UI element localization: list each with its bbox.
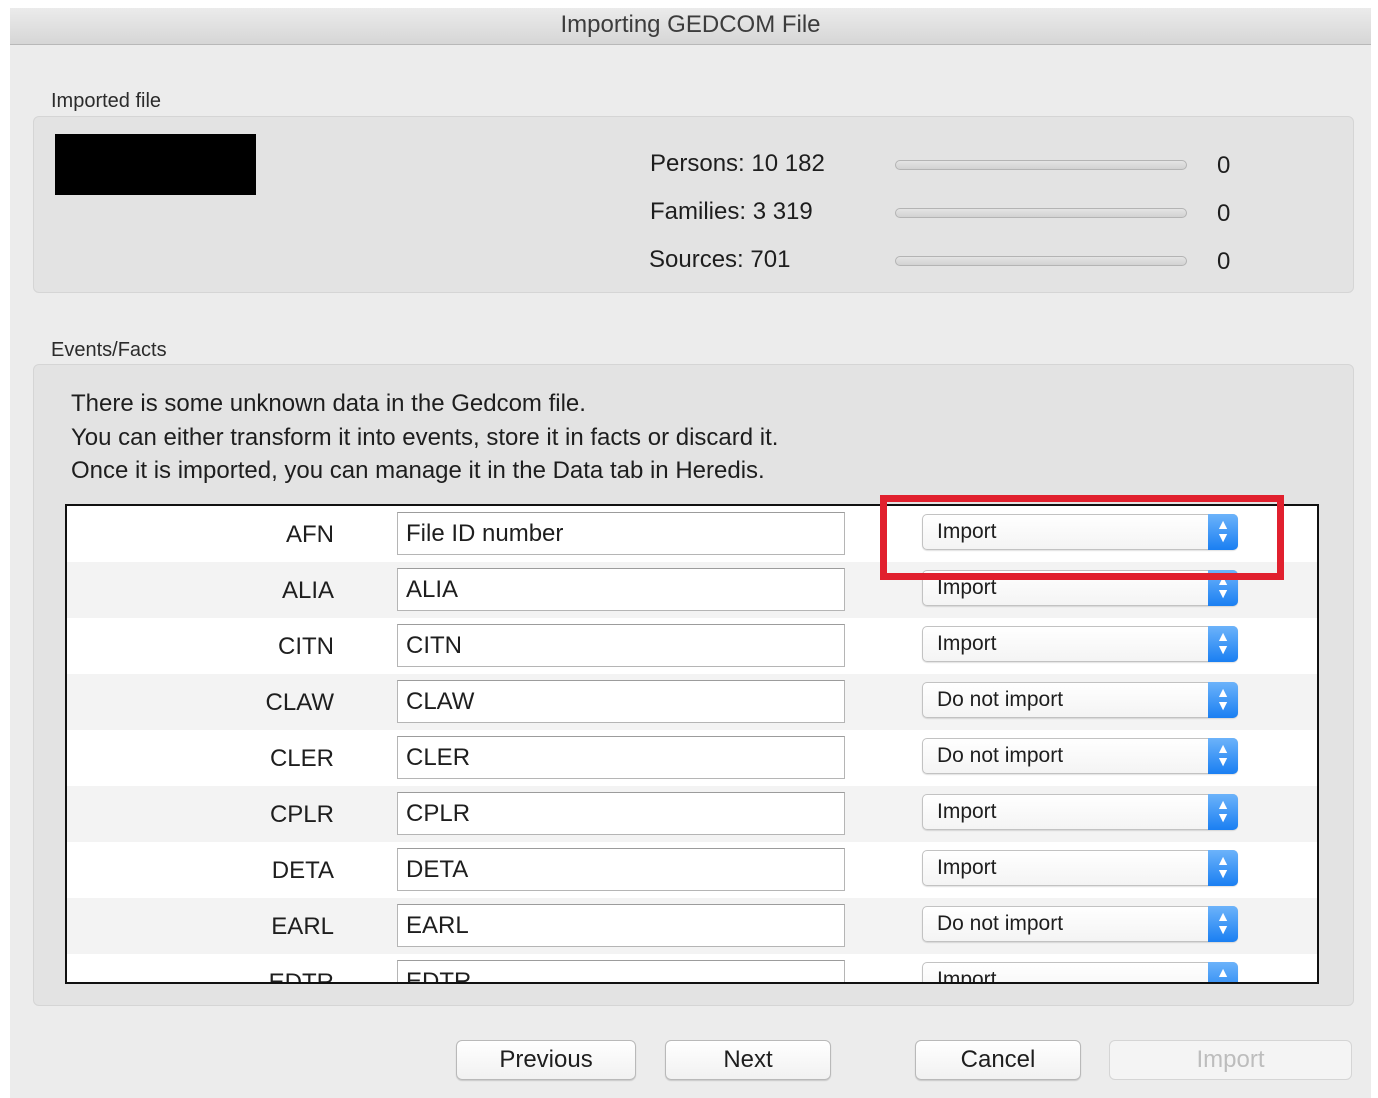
up-down-chevron-icon: ▲▼ — [1208, 738, 1238, 774]
info-line-3: Once it is imported, you can manage it i… — [71, 457, 765, 484]
popup-value: Import — [937, 856, 997, 879]
table-row: CPLR CPLR Import ▲ ▼ — [67, 786, 1317, 842]
families-progress — [895, 208, 1187, 218]
table-row: CITN CITN Import ▲ ▼ — [67, 618, 1317, 674]
persons-stat: Persons: 10 182 — [650, 150, 825, 178]
import-action-popup[interactable]: Do not import ▲ ▼ — [922, 906, 1238, 942]
up-down-chevron-icon: ▲▼ — [1208, 626, 1238, 662]
sources-count: 0 — [1217, 248, 1231, 275]
popup-value: Do not import — [937, 744, 1064, 767]
info-line-2: You can either transform it into events,… — [71, 424, 779, 451]
events-facts-label: Events/Facts — [51, 339, 167, 361]
import-dialog: Importing GEDCOM File Imported file Pers… — [10, 8, 1371, 1098]
event-name-field[interactable]: File ID number — [397, 512, 845, 555]
up-down-chevron-icon: ▲▼ — [1208, 794, 1238, 830]
import-action-popup[interactable]: Import ▲▼ — [922, 794, 1238, 830]
row-tag: EARL — [271, 913, 334, 940]
next-button[interactable]: Next — [665, 1040, 831, 1080]
import-action-popup[interactable]: Import ▲▼ — [922, 962, 1238, 984]
up-down-chevron-icon: ▲▼ — [1208, 906, 1238, 942]
event-name-field[interactable]: EARL — [397, 904, 845, 947]
sources-progress — [895, 256, 1187, 266]
event-name-field[interactable]: CITN — [397, 624, 845, 667]
sources-label: Sources: — [649, 246, 744, 273]
event-name-field[interactable]: CLAW — [397, 680, 845, 723]
table-row: DETA DETA Import ▲ ▼ — [67, 842, 1317, 898]
families-stat: Families: 3 319 — [650, 198, 813, 226]
row-tag: ALIA — [281, 577, 334, 604]
families-label: Families: — [650, 198, 747, 225]
event-name-field[interactable]: DETA — [397, 848, 845, 891]
sources-value: 701 — [750, 246, 791, 273]
import-action-popup[interactable]: Import ▲▼ — [922, 626, 1238, 662]
up-down-chevron-icon: ▲▼ — [1208, 850, 1238, 886]
event-name-field[interactable]: CLER — [397, 736, 845, 779]
imported-file-label: Imported file — [51, 90, 162, 112]
row-tag: CPLR — [269, 801, 334, 828]
persons-value: 10 182 — [751, 150, 825, 177]
event-name-field[interactable]: ALIA — [397, 568, 845, 611]
popup-value: Import — [937, 800, 997, 823]
row-tag: AFN — [286, 521, 334, 548]
file-name-redacted — [55, 134, 256, 195]
row-tag: CITN — [278, 633, 334, 660]
import-action-popup[interactable]: Do not import ▲ ▼ — [922, 682, 1238, 718]
table-row: CLER CLER Do not import ▲ ▼ — [67, 730, 1317, 786]
row-tag: DETA — [271, 857, 334, 884]
popup-value: Import — [937, 632, 997, 655]
event-name-field[interactable]: CPLR — [397, 792, 845, 835]
info-line-1: There is some unknown data in the Gedcom… — [71, 390, 586, 417]
persons-count: 0 — [1217, 152, 1231, 179]
event-name-field[interactable]: EDTR — [397, 960, 845, 982]
up-down-chevron-icon: ▲▼ — [1208, 682, 1238, 718]
previous-button[interactable]: Previous — [456, 1040, 636, 1080]
window-title: Importing GEDCOM File — [10, 8, 1371, 45]
import-button[interactable]: Import — [1109, 1040, 1352, 1080]
table-row: EDTR EDTR Import ▲▼ — [67, 954, 1317, 984]
highlight-annotation — [880, 495, 1284, 580]
row-tag: CLAW — [265, 689, 334, 716]
table-row: EARL EARL Do not import ▲ ▼ — [67, 898, 1317, 954]
families-count: 0 — [1217, 200, 1231, 227]
import-action-popup[interactable]: Do not import ▲ ▼ — [922, 738, 1238, 774]
up-down-chevron-icon: ▲▼ — [1208, 962, 1238, 982]
persons-progress — [895, 160, 1187, 170]
persons-label: Persons: — [650, 150, 745, 177]
table-row: CLAW CLAW Do not import ▲ ▼ — [67, 674, 1317, 730]
cancel-button[interactable]: Cancel — [915, 1040, 1081, 1080]
import-action-popup[interactable]: Import ▲▼ — [922, 850, 1238, 886]
row-tag: EDTR — [268, 969, 334, 984]
popup-value: Do not import — [937, 688, 1064, 711]
popup-value: Import — [937, 968, 997, 984]
popup-value: Do not import — [937, 912, 1064, 935]
sources-stat: Sources: 701 — [649, 246, 790, 274]
row-tag: CLER — [269, 745, 334, 772]
families-value: 3 319 — [752, 198, 813, 225]
